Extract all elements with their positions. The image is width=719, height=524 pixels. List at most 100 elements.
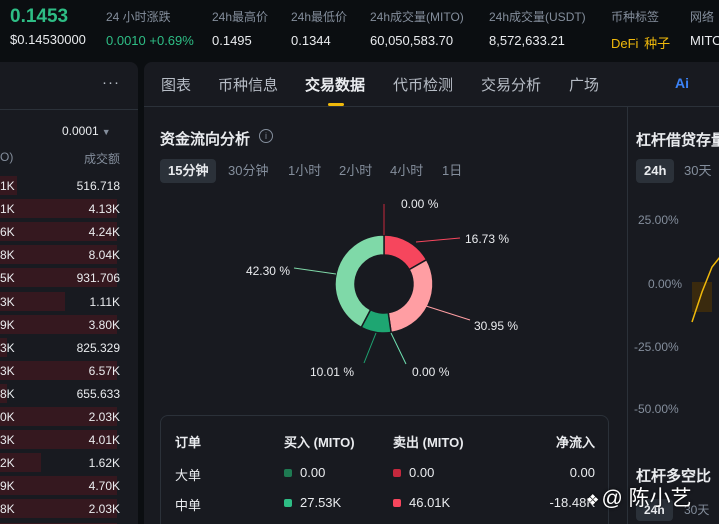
order-book-row[interactable]: 6K 4.24K <box>0 222 138 242</box>
order-total: 8.04K <box>88 248 120 263</box>
donut-label: 10.01 % <box>310 365 354 379</box>
leverage-bar <box>692 282 712 312</box>
order-total: 4.01K <box>88 433 120 448</box>
fund-flow-donut-chart: 0.00 % 16.73 % 30.95 % 0.00 % 10.01 % 42.30 % <box>246 197 518 379</box>
fund-flow-table: 订单 买入 (MITO) 卖出 (MITO) 净流入 大单 0.00 0.00 … <box>160 415 609 524</box>
timeframe-1d[interactable]: 1日 <box>442 159 462 183</box>
row-medium-type: 中单 <box>175 498 202 513</box>
order-amount: 0K <box>0 410 15 424</box>
col-net: 净流入 <box>555 435 595 450</box>
tag-seed[interactable]: 种子 <box>644 36 670 51</box>
info-icon[interactable]: i <box>259 129 273 143</box>
watermark-text: @ 陈小艺 <box>601 487 692 510</box>
order-total: 4.13K <box>88 202 120 217</box>
order-amount: 6K <box>0 225 15 240</box>
leverage-chart <box>691 257 719 323</box>
timeframe-15m[interactable]: 15分钟 <box>160 159 217 183</box>
tag-defi[interactable]: DeFi <box>611 36 638 51</box>
order-amount: 3K <box>0 340 15 355</box>
order-total: 3.80K <box>88 317 120 332</box>
price-usd: $0.14530000 <box>10 32 86 47</box>
col-buy: 买入 (MITO) <box>284 435 355 450</box>
order-total: 4.24K <box>88 225 120 240</box>
order-book-row[interactable]: 9K 3.80K <box>0 314 138 334</box>
order-book-row[interactable]: 3K 4.01K <box>0 430 138 450</box>
order-book-row[interactable]: 3K 6.57K <box>0 360 138 380</box>
stat-high: 24h最高价 0.1495 <box>212 8 268 48</box>
stat-change: 24 小时涨跌 0.0010 +0.69% <box>106 8 194 48</box>
order-book-row[interactable]: 8K 655.633 <box>0 383 138 403</box>
order-book-header-total: 成交额 <box>83 152 120 166</box>
order-book-row[interactable]: 2K 1.62K <box>0 453 138 473</box>
timeframe-2h[interactable]: 2小时 <box>339 159 372 183</box>
order-total: 2.03K <box>88 502 120 517</box>
timeframe-1h[interactable]: 1小时 <box>288 159 321 183</box>
order-book-row[interactable]: 1K 4.13K <box>0 199 138 219</box>
tab-bar: 图表 币种信息 交易数据 代币检测 交易分析 广场 Ai <box>144 62 719 107</box>
stat-low-value: 0.1344 <box>291 33 331 48</box>
donut-slice[interactable] <box>387 258 434 334</box>
fund-flow-title: 资金流向分析 <box>160 131 251 148</box>
stat-network-value: MITO <box>690 33 719 48</box>
row-large-buy-value: 0.00 <box>300 465 326 480</box>
order-book-row[interactable]: 1K 516.718 <box>0 176 138 195</box>
precision-select[interactable]: 0.0001 ▼ <box>62 124 111 138</box>
order-total: 655.633 <box>76 386 120 401</box>
row-large-sell-value: 0.00 <box>409 465 435 480</box>
tab-trading-data[interactable]: 交易数据 <box>305 74 365 95</box>
tab-trade-analysis[interactable]: 交易分析 <box>481 74 541 95</box>
timeframe-4h[interactable]: 4小时 <box>390 159 423 183</box>
order-book-row[interactable]: 9K 4.70K <box>0 476 138 496</box>
donut-leader-line <box>415 237 461 243</box>
donut-label: 42.30 % <box>246 264 290 278</box>
order-book-row[interactable]: 8K 2.03K <box>0 499 138 519</box>
stat-low-label: 24h最低价 <box>291 10 348 24</box>
col-sell: 卖出 (MITO) <box>393 435 464 450</box>
divider <box>0 109 138 110</box>
stat-network-label: 网络 <box>690 10 715 24</box>
order-amount: 3K <box>0 433 15 448</box>
order-book-header-amount: O) <box>0 150 14 164</box>
order-book-row[interactable]: 3K 1.11K <box>0 291 138 311</box>
sell-dot-icon <box>393 499 401 507</box>
tab-token-check[interactable]: 代币检测 <box>393 74 453 95</box>
donut-leader-line <box>425 305 471 321</box>
row-medium-sell-value: 46.01K <box>409 495 451 510</box>
more-options-icon[interactable]: ··· <box>102 74 120 91</box>
order-book-row[interactable]: 3K 825.329 <box>0 337 138 357</box>
buy-dot-icon <box>284 499 292 507</box>
order-amount: 9K <box>0 479 15 494</box>
binance-logo-icon: ❖ <box>586 492 600 509</box>
tab-coin-info[interactable]: 币种信息 <box>218 74 278 95</box>
timeframe-30m[interactable]: 30分钟 <box>228 159 268 183</box>
stat-change-label: 24 小时涨跌 <box>106 10 171 24</box>
order-amount: 5K <box>0 271 15 286</box>
order-total: 1.11K <box>89 294 120 309</box>
stat-volume-quote: 24h成交量(USDT) 8,572,633.21 <box>489 8 586 48</box>
order-book-panel: ··· 0.0001 ▼ O) 成交额 1K 516.718 1K 4.13K 6K 4.2… <box>0 62 138 524</box>
order-book-row[interactable]: 5K 931.706 <box>0 268 138 288</box>
stat-volume-quote-value: 8,572,633.21 <box>489 33 565 48</box>
caret-down-icon: ▼ <box>101 127 111 137</box>
order-book-row[interactable]: 0K 2.03K <box>0 407 138 426</box>
stat-high-label: 24h最高价 <box>212 10 269 24</box>
order-book-row[interactable]: 8K 8.04K <box>0 245 138 265</box>
precision-value: 0.0001 <box>62 124 99 138</box>
order-amount: 8K <box>0 502 15 517</box>
order-amount: 9K <box>0 317 15 332</box>
ticker-header: 0.1453 $0.14530000 24 小时涨跌 0.0010 +0.69%… <box>0 0 719 60</box>
stat-network: 网络 MITO <box>690 8 719 48</box>
row-large-sell: 0.00 <box>393 465 434 480</box>
stat-tags: 币种标签 DeFi 种子 <box>611 8 670 52</box>
order-total: 825.329 <box>76 340 120 355</box>
donut-label: 16.73 % <box>465 232 509 246</box>
tab-chart[interactable]: 图表 <box>161 74 191 95</box>
leverage-panel: 杠杆借贷存量 24h 30天 25.00% 0.00% -25.00% -50.… <box>627 107 719 524</box>
order-amount: 2K <box>0 456 15 471</box>
order-amount: 8K <box>0 386 15 401</box>
last-price: 0.1453 <box>10 6 69 27</box>
tab-square[interactable]: 广场 <box>569 74 599 95</box>
order-amount: 3K <box>0 294 15 309</box>
ai-icon[interactable]: Ai <box>675 75 689 91</box>
stat-volume-quote-label: 24h成交量(USDT) <box>489 10 586 24</box>
